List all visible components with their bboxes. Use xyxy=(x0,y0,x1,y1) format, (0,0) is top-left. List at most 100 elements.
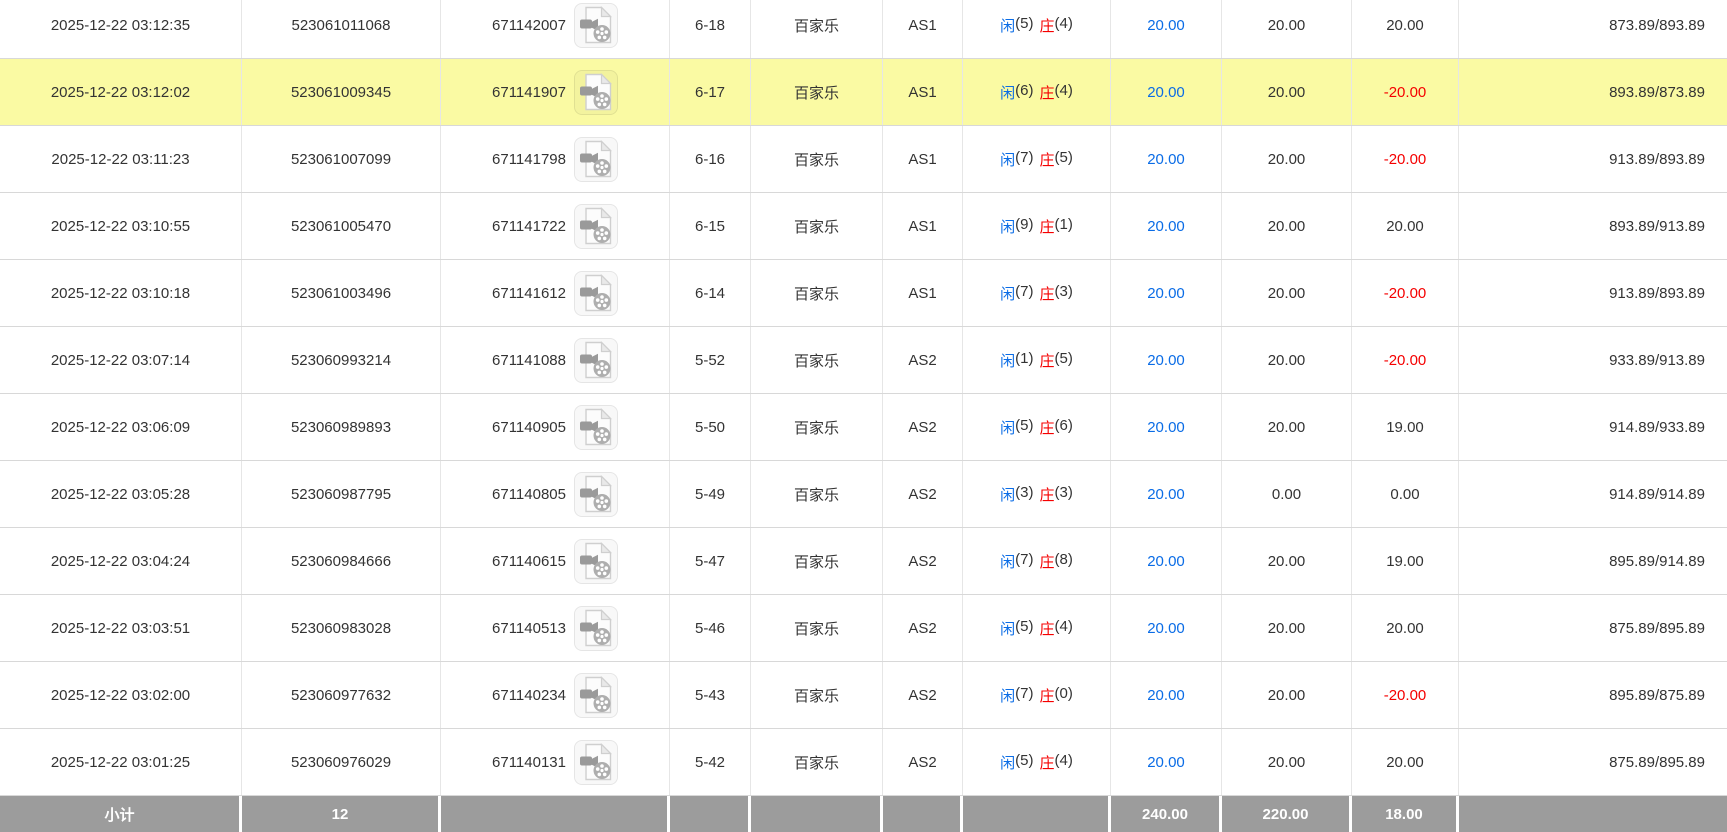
bet-amount-link[interactable]: 20.00 xyxy=(1111,327,1222,393)
bet-amount-link[interactable]: 20.00 xyxy=(1111,126,1222,192)
video-replay-button[interactable] xyxy=(574,204,618,249)
shoe-round: 6-18 xyxy=(670,0,751,58)
bet-amount-link[interactable]: 20.00 xyxy=(1111,729,1222,795)
player-result: 闲(7) xyxy=(1000,149,1033,170)
round-id: 671141798 xyxy=(492,151,566,168)
bet-id: 523060976029 xyxy=(242,729,441,795)
banker-points: (0) xyxy=(1055,685,1073,706)
banker-label: 庄 xyxy=(1040,283,1055,304)
video-replay-button[interactable] xyxy=(574,338,618,383)
video-replay-icon xyxy=(579,6,613,44)
round-id: 671140513 xyxy=(492,620,566,637)
win-loss: 20.00 xyxy=(1352,0,1459,58)
video-replay-button[interactable] xyxy=(574,539,618,584)
player-result: 闲(5) xyxy=(1000,752,1033,773)
banker-label: 庄 xyxy=(1040,82,1055,103)
round-cell: 671140615 xyxy=(441,528,670,594)
video-replay-button[interactable] xyxy=(574,472,618,517)
shoe-round: 5-42 xyxy=(670,729,751,795)
balance-before-after: 933.89/913.89 xyxy=(1459,327,1727,393)
subtotal-label: 小计 xyxy=(0,796,242,832)
round-id: 671141907 xyxy=(492,84,566,101)
video-replay-icon xyxy=(579,743,613,781)
table-name: AS2 xyxy=(883,729,963,795)
valid-bet: 20.00 xyxy=(1222,528,1352,594)
bet-amount-link[interactable]: 20.00 xyxy=(1111,662,1222,728)
round-cell: 671140234 xyxy=(441,662,670,728)
balance-before-after: 913.89/893.89 xyxy=(1459,260,1727,326)
game-result: 闲(5) 庄(6) xyxy=(963,394,1111,460)
balance-before-after: 914.89/933.89 xyxy=(1459,394,1727,460)
game-type: 百家乐 xyxy=(751,394,883,460)
game-result: 闲(7) 庄(5) xyxy=(963,126,1111,192)
balance-before-after: 893.89/873.89 xyxy=(1459,59,1727,125)
video-replay-button[interactable] xyxy=(574,740,618,785)
subtotal-win-loss: 18.00 xyxy=(1352,796,1459,832)
player-points: (5) xyxy=(1015,618,1033,639)
win-loss: -20.00 xyxy=(1352,59,1459,125)
video-replay-button[interactable] xyxy=(574,673,618,718)
valid-bet: 20.00 xyxy=(1222,729,1352,795)
video-replay-button[interactable] xyxy=(574,137,618,182)
banker-label: 庄 xyxy=(1040,618,1055,639)
subtotal-bet-amount: 240.00 xyxy=(1111,796,1222,832)
shoe-round: 6-16 xyxy=(670,126,751,192)
game-result: 闲(7) 庄(0) xyxy=(963,662,1111,728)
shoe-round: 5-47 xyxy=(670,528,751,594)
bet-id: 523060983028 xyxy=(242,595,441,661)
banker-label: 庄 xyxy=(1040,15,1055,36)
bet-amount-link[interactable]: 20.00 xyxy=(1111,193,1222,259)
bet-amount-link[interactable]: 20.00 xyxy=(1111,394,1222,460)
bet-amount-link[interactable]: 20.00 xyxy=(1111,595,1222,661)
banker-result: 庄(5) xyxy=(1040,350,1073,371)
player-points: (3) xyxy=(1015,484,1033,505)
player-label: 闲 xyxy=(1000,350,1015,371)
game-type: 百家乐 xyxy=(751,327,883,393)
balance-before-after: 914.89/914.89 xyxy=(1459,461,1727,527)
shoe-round: 6-17 xyxy=(670,59,751,125)
bet-amount-link[interactable]: 20.00 xyxy=(1111,528,1222,594)
game-result: 闲(7) 庄(3) xyxy=(963,260,1111,326)
banker-result: 庄(3) xyxy=(1040,484,1073,505)
video-replay-button[interactable] xyxy=(574,3,618,48)
table-name: AS2 xyxy=(883,662,963,728)
balance-before-after: 875.89/895.89 xyxy=(1459,729,1727,795)
table-row: 2025-12-22 03:10:18 523061003496 6711416… xyxy=(0,260,1727,327)
table-row: 2025-12-22 03:04:24 523060984666 6711406… xyxy=(0,528,1727,595)
video-replay-button[interactable] xyxy=(574,70,618,115)
banker-points: (4) xyxy=(1055,752,1073,773)
round-cell: 671140805 xyxy=(441,461,670,527)
player-result: 闲(7) xyxy=(1000,283,1033,304)
subtotal-empty-table xyxy=(883,796,963,832)
balance-before-after: 875.89/895.89 xyxy=(1459,595,1727,661)
round-id: 671140131 xyxy=(492,754,566,771)
video-replay-button[interactable] xyxy=(574,405,618,450)
win-loss: 20.00 xyxy=(1352,595,1459,661)
table-row: 2025-12-22 03:12:02 523061009345 6711419… xyxy=(0,59,1727,126)
player-label: 闲 xyxy=(1000,618,1015,639)
game-type: 百家乐 xyxy=(751,0,883,58)
banker-result: 庄(3) xyxy=(1040,283,1073,304)
video-replay-icon xyxy=(579,73,613,111)
banker-points: (4) xyxy=(1055,82,1073,103)
round-id: 671140234 xyxy=(492,687,566,704)
bet-amount-link[interactable]: 20.00 xyxy=(1111,461,1222,527)
player-points: (9) xyxy=(1015,216,1033,237)
bet-amount-link[interactable]: 20.00 xyxy=(1111,0,1222,58)
video-replay-button[interactable] xyxy=(574,606,618,651)
balance-before-after: 873.89/893.89 xyxy=(1459,0,1727,58)
table-name: AS1 xyxy=(883,260,963,326)
player-label: 闲 xyxy=(1000,15,1015,36)
game-result: 闲(5) 庄(4) xyxy=(963,0,1111,58)
game-result: 闲(3) 庄(3) xyxy=(963,461,1111,527)
subtotal-valid-bet: 220.00 xyxy=(1222,796,1352,832)
video-replay-button[interactable] xyxy=(574,271,618,316)
banker-result: 庄(4) xyxy=(1040,618,1073,639)
round-cell: 671140131 xyxy=(441,729,670,795)
table-row: 2025-12-22 03:01:25 523060976029 6711401… xyxy=(0,729,1727,796)
table-row: 2025-12-22 03:10:55 523061005470 6711417… xyxy=(0,193,1727,260)
bet-amount-link[interactable]: 20.00 xyxy=(1111,260,1222,326)
bet-history-table: 2025-12-22 03:12:35 523061011068 6711420… xyxy=(0,0,1727,832)
player-result: 闲(5) xyxy=(1000,618,1033,639)
bet-amount-link[interactable]: 20.00 xyxy=(1111,59,1222,125)
